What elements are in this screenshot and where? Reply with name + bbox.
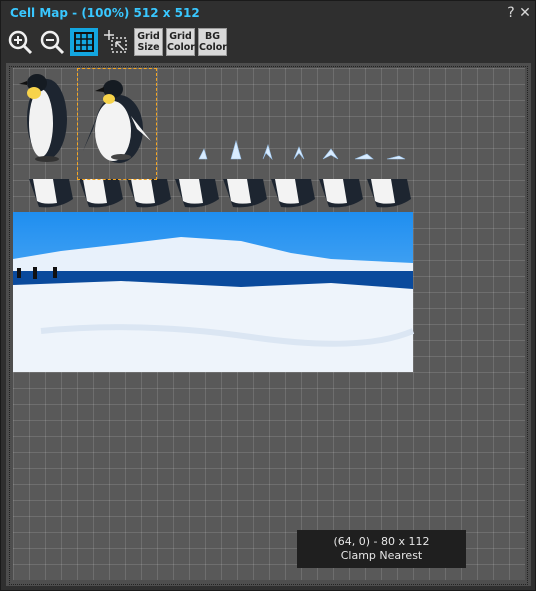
cell-coordinates: (64, 0) - 80 x 112 — [333, 535, 430, 548]
selected-cell-outline — [77, 68, 157, 180]
cell-info-panel: (64, 0) - 80 x 112 Clamp Nearest — [297, 530, 466, 568]
splash-frames — [198, 139, 406, 161]
penguin-row-frames — [29, 179, 411, 208]
antarctic-background-image — [13, 212, 415, 372]
sampling-mode: Clamp Nearest — [340, 549, 423, 562]
penguin-sprite-standing — [19, 74, 67, 162]
cell-map-window: Cell Map - (100%) 512 x 512 ? ✕ Grid Siz… — [0, 0, 536, 591]
